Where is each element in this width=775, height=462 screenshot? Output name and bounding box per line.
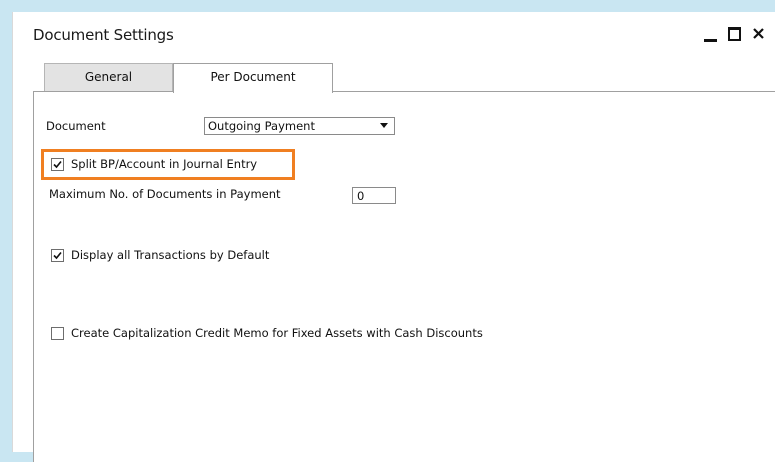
- maximize-icon[interactable]: [725, 24, 745, 44]
- per-document-panel: Document Outgoing Payment Split BP/Accou…: [33, 91, 775, 462]
- minimize-icon[interactable]: [701, 24, 721, 44]
- tab-per-document-label: Per Document: [210, 70, 296, 84]
- tab-general[interactable]: General: [44, 63, 173, 91]
- document-label: Document: [46, 119, 106, 133]
- max-documents-label: Maximum No. of Documents in Payment: [49, 187, 281, 201]
- checkmark-icon: [53, 251, 62, 260]
- capitalization-checkbox[interactable]: [51, 327, 64, 340]
- max-documents-input[interactable]: 0: [352, 187, 396, 204]
- split-bp-checkbox[interactable]: [51, 158, 64, 171]
- title-bar[interactable]: Document Settings: [13, 12, 775, 56]
- document-select-value: Outgoing Payment: [208, 119, 315, 133]
- document-select[interactable]: Outgoing Payment: [204, 117, 395, 135]
- display-all-label[interactable]: Display all Transactions by Default: [71, 248, 269, 262]
- tab-general-label: General: [84, 70, 133, 84]
- display-all-checkbox[interactable]: [51, 249, 64, 262]
- checkmark-icon: [53, 160, 62, 169]
- capitalization-label[interactable]: Create Capitalization Credit Memo for Fi…: [71, 326, 483, 340]
- document-settings-window: Document Settings General Per Document D…: [12, 12, 775, 462]
- tab-per-document[interactable]: Per Document: [173, 63, 333, 93]
- max-documents-value: 0: [357, 189, 365, 203]
- split-bp-label[interactable]: Split BP/Account in Journal Entry: [71, 157, 257, 171]
- window-title: Document Settings: [33, 26, 174, 44]
- dropdown-arrow-icon[interactable]: [380, 123, 388, 128]
- close-icon[interactable]: [749, 24, 769, 44]
